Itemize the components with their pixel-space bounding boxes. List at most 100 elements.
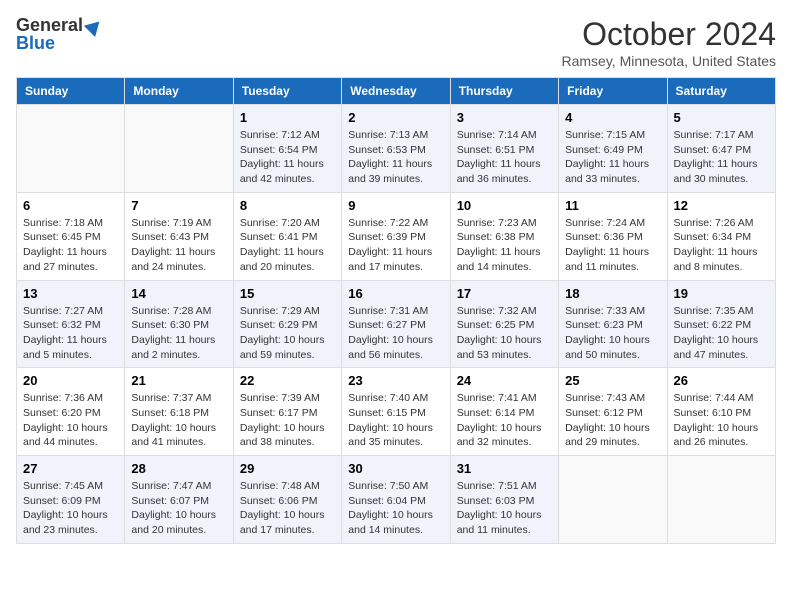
day-detail: Sunrise: 7:51 AM Sunset: 6:03 PM Dayligh…	[457, 479, 552, 538]
day-detail: Sunrise: 7:33 AM Sunset: 6:23 PM Dayligh…	[565, 304, 660, 363]
day-detail: Sunrise: 7:24 AM Sunset: 6:36 PM Dayligh…	[565, 216, 660, 275]
day-number: 5	[674, 110, 769, 125]
day-detail: Sunrise: 7:19 AM Sunset: 6:43 PM Dayligh…	[131, 216, 226, 275]
day-number: 30	[348, 461, 443, 476]
day-number: 8	[240, 198, 335, 213]
day-number: 26	[674, 373, 769, 388]
calendar-day-cell: 6Sunrise: 7:18 AM Sunset: 6:45 PM Daylig…	[17, 192, 125, 280]
day-number: 29	[240, 461, 335, 476]
day-number: 13	[23, 286, 118, 301]
calendar-day-cell: 23Sunrise: 7:40 AM Sunset: 6:15 PM Dayli…	[342, 368, 450, 456]
day-number: 9	[348, 198, 443, 213]
day-detail: Sunrise: 7:39 AM Sunset: 6:17 PM Dayligh…	[240, 391, 335, 450]
day-detail: Sunrise: 7:18 AM Sunset: 6:45 PM Dayligh…	[23, 216, 118, 275]
calendar-day-cell: 15Sunrise: 7:29 AM Sunset: 6:29 PM Dayli…	[233, 280, 341, 368]
day-number: 14	[131, 286, 226, 301]
calendar-day-cell: 31 Sunrise: 7:51 AM Sunset: 6:03 PM Dayli…	[450, 456, 558, 544]
calendar-day-cell: 7 Sunrise: 7:19 AM Sunset: 6:43 PM Daylig…	[125, 192, 233, 280]
calendar-week-row: 6Sunrise: 7:18 AM Sunset: 6:45 PM Daylig…	[17, 192, 776, 280]
calendar-day-cell: 4 Sunrise: 7:15 AM Sunset: 6:49 PM Daylig…	[559, 105, 667, 193]
day-number: 11	[565, 198, 660, 213]
day-number: 1	[240, 110, 335, 125]
day-detail: Sunrise: 7:15 AM Sunset: 6:49 PM Dayligh…	[565, 128, 660, 187]
day-number: 31	[457, 461, 552, 476]
day-number: 24	[457, 373, 552, 388]
day-detail: Sunrise: 7:13 AM Sunset: 6:53 PM Dayligh…	[348, 128, 443, 187]
day-number: 16	[348, 286, 443, 301]
header-sunday: Sunday	[17, 78, 125, 105]
day-detail: Sunrise: 7:44 AM Sunset: 6:10 PM Dayligh…	[674, 391, 769, 450]
header-tuesday: Tuesday	[233, 78, 341, 105]
day-number: 21	[131, 373, 226, 388]
month-title: October 2024	[561, 16, 776, 53]
day-number: 18	[565, 286, 660, 301]
title-block: October 2024 Ramsey, Minnesota, United S…	[561, 16, 776, 69]
day-detail: Sunrise: 7:50 AM Sunset: 6:04 PM Dayligh…	[348, 479, 443, 538]
day-number: 17	[457, 286, 552, 301]
calendar-day-cell: 26 Sunrise: 7:44 AM Sunset: 6:10 PM Dayli…	[667, 368, 775, 456]
day-number: 15	[240, 286, 335, 301]
day-detail: Sunrise: 7:35 AM Sunset: 6:22 PM Dayligh…	[674, 304, 769, 363]
day-detail: Sunrise: 7:22 AM Sunset: 6:39 PM Dayligh…	[348, 216, 443, 275]
calendar-day-cell	[125, 105, 233, 193]
calendar-week-row: 1Sunrise: 7:12 AM Sunset: 6:54 PM Daylig…	[17, 105, 776, 193]
day-detail: Sunrise: 7:26 AM Sunset: 6:34 PM Dayligh…	[674, 216, 769, 275]
calendar-day-cell: 30 Sunrise: 7:50 AM Sunset: 6:04 PM Dayli…	[342, 456, 450, 544]
day-number: 19	[674, 286, 769, 301]
day-detail: Sunrise: 7:45 AM Sunset: 6:09 PM Dayligh…	[23, 479, 118, 538]
calendar-day-cell	[667, 456, 775, 544]
calendar-day-cell: 14 Sunrise: 7:28 AM Sunset: 6:30 PM Dayli…	[125, 280, 233, 368]
calendar-day-cell	[559, 456, 667, 544]
day-detail: Sunrise: 7:28 AM Sunset: 6:30 PM Dayligh…	[131, 304, 226, 363]
calendar-day-cell: 3Sunrise: 7:14 AM Sunset: 6:51 PM Daylig…	[450, 105, 558, 193]
day-detail: Sunrise: 7:47 AM Sunset: 6:07 PM Dayligh…	[131, 479, 226, 538]
day-detail: Sunrise: 7:36 AM Sunset: 6:20 PM Dayligh…	[23, 391, 118, 450]
day-number: 4	[565, 110, 660, 125]
day-detail: Sunrise: 7:20 AM Sunset: 6:41 PM Dayligh…	[240, 216, 335, 275]
day-number: 20	[23, 373, 118, 388]
day-number: 25	[565, 373, 660, 388]
header-saturday: Saturday	[667, 78, 775, 105]
day-number: 2	[348, 110, 443, 125]
calendar-day-cell: 17 Sunrise: 7:32 AM Sunset: 6:25 PM Dayli…	[450, 280, 558, 368]
page-header: General Blue October 2024 Ramsey, Minnes…	[16, 16, 776, 69]
header-wednesday: Wednesday	[342, 78, 450, 105]
calendar-week-row: 20 Sunrise: 7:36 AM Sunset: 6:20 PM Dayli…	[17, 368, 776, 456]
day-number: 3	[457, 110, 552, 125]
day-number: 12	[674, 198, 769, 213]
day-detail: Sunrise: 7:37 AM Sunset: 6:18 PM Dayligh…	[131, 391, 226, 450]
calendar-day-cell	[17, 105, 125, 193]
logo-blue: Blue	[16, 34, 55, 52]
calendar-day-cell: 12 Sunrise: 7:26 AM Sunset: 6:34 PM Dayli…	[667, 192, 775, 280]
day-number: 28	[131, 461, 226, 476]
day-detail: Sunrise: 7:48 AM Sunset: 6:06 PM Dayligh…	[240, 479, 335, 538]
calendar-day-cell: 21 Sunrise: 7:37 AM Sunset: 6:18 PM Dayli…	[125, 368, 233, 456]
calendar-day-cell: 27 Sunrise: 7:45 AM Sunset: 6:09 PM Dayli…	[17, 456, 125, 544]
calendar-day-cell: 2 Sunrise: 7:13 AM Sunset: 6:53 PM Daylig…	[342, 105, 450, 193]
day-detail: Sunrise: 7:23 AM Sunset: 6:38 PM Dayligh…	[457, 216, 552, 275]
calendar-day-cell: 8 Sunrise: 7:20 AM Sunset: 6:41 PM Daylig…	[233, 192, 341, 280]
header-monday: Monday	[125, 78, 233, 105]
day-number: 23	[348, 373, 443, 388]
day-number: 7	[131, 198, 226, 213]
calendar-week-row: 27 Sunrise: 7:45 AM Sunset: 6:09 PM Dayli…	[17, 456, 776, 544]
day-detail: Sunrise: 7:32 AM Sunset: 6:25 PM Dayligh…	[457, 304, 552, 363]
calendar-day-cell: 9 Sunrise: 7:22 AM Sunset: 6:39 PM Daylig…	[342, 192, 450, 280]
calendar-week-row: 13Sunrise: 7:27 AM Sunset: 6:32 PM Dayli…	[17, 280, 776, 368]
calendar-day-cell: 22 Sunrise: 7:39 AM Sunset: 6:17 PM Dayli…	[233, 368, 341, 456]
logo-general: General	[16, 16, 83, 34]
day-number: 27	[23, 461, 118, 476]
calendar-day-cell: 10Sunrise: 7:23 AM Sunset: 6:38 PM Dayli…	[450, 192, 558, 280]
calendar-day-cell: 5Sunrise: 7:17 AM Sunset: 6:47 PM Daylig…	[667, 105, 775, 193]
calendar-day-cell: 29 Sunrise: 7:48 AM Sunset: 6:06 PM Dayli…	[233, 456, 341, 544]
calendar-day-cell: 19 Sunrise: 7:35 AM Sunset: 6:22 PM Dayli…	[667, 280, 775, 368]
logo: General Blue	[16, 16, 101, 52]
calendar-day-cell: 1Sunrise: 7:12 AM Sunset: 6:54 PM Daylig…	[233, 105, 341, 193]
calendar-table: SundayMondayTuesdayWednesdayThursdayFrid…	[16, 77, 776, 544]
calendar-day-cell: 20 Sunrise: 7:36 AM Sunset: 6:20 PM Dayli…	[17, 368, 125, 456]
header-friday: Friday	[559, 78, 667, 105]
calendar-day-cell: 28 Sunrise: 7:47 AM Sunset: 6:07 PM Dayli…	[125, 456, 233, 544]
logo-triangle-icon	[84, 16, 105, 37]
day-number: 22	[240, 373, 335, 388]
calendar-day-cell: 24Sunrise: 7:41 AM Sunset: 6:14 PM Dayli…	[450, 368, 558, 456]
